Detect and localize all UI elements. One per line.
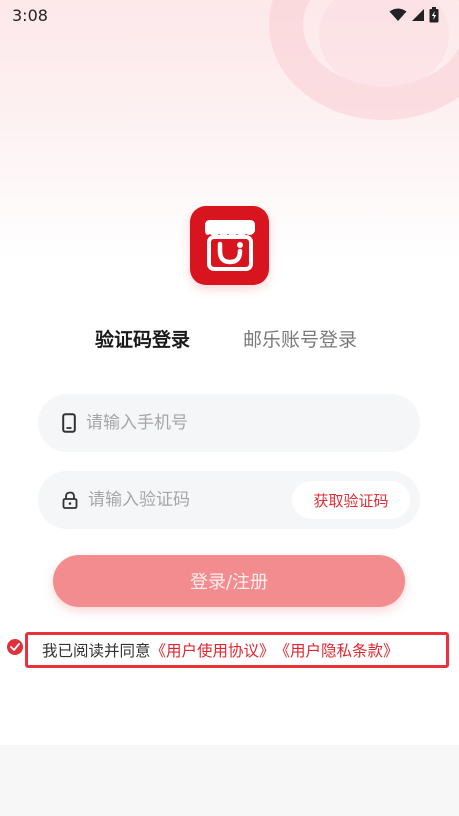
privacy-policy-link[interactable]: 《用户隐私条款》: [275, 639, 399, 661]
code-input[interactable]: [88, 490, 288, 510]
agreement-prefix: 我已阅读并同意: [42, 642, 151, 660]
status-bar: 3:08: [0, 0, 459, 30]
status-icons: [389, 7, 439, 23]
wifi-icon: [389, 8, 407, 21]
get-code-button[interactable]: 获取验证码: [292, 481, 410, 519]
phone-field[interactable]: [38, 394, 420, 452]
lock-icon: [62, 491, 78, 509]
check-icon: [10, 643, 20, 651]
phone-input[interactable]: [86, 413, 286, 433]
login-register-button[interactable]: 登录/注册: [53, 555, 405, 607]
status-time: 3:08: [12, 5, 48, 25]
phone-icon: [62, 413, 76, 433]
signal-icon: [412, 9, 424, 21]
app-logo: [190, 206, 269, 285]
code-field[interactable]: 获取验证码: [38, 471, 420, 529]
login-tabs: 验证码登录 邮乐账号登录: [0, 325, 459, 355]
agreement-text: 我已阅读并同意 《用户使用协议》 《用户隐私条款》: [25, 632, 449, 668]
agreement-checkbox[interactable]: [7, 639, 23, 655]
tab-account-login[interactable]: 邮乐账号登录: [243, 325, 357, 352]
user-agreement-link[interactable]: 《用户使用协议》: [151, 639, 275, 661]
battery-charging-icon: [429, 7, 439, 23]
bottom-band: [0, 745, 459, 816]
tab-sms-login[interactable]: 验证码登录: [95, 325, 190, 352]
shop-smile-logo-icon: [204, 219, 255, 271]
